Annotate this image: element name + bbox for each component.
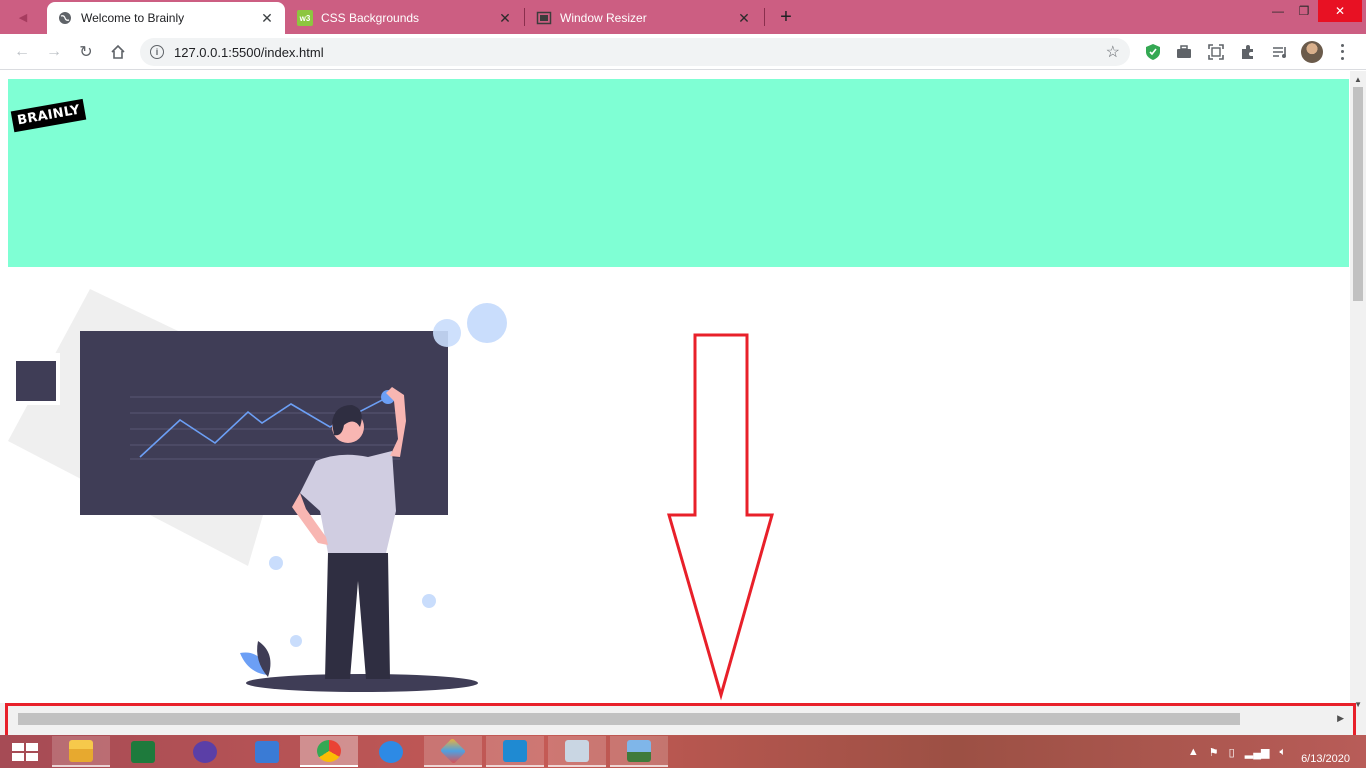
scroll-right-icon[interactable]: ▶: [1337, 713, 1344, 724]
forward-button[interactable]: →: [42, 40, 66, 64]
profile-avatar[interactable]: [1301, 41, 1323, 63]
tab-welcome-to-brainly[interactable]: Welcome to Brainly ✕: [47, 2, 285, 34]
close-icon[interactable]: ✕: [497, 10, 513, 26]
maps-icon: [439, 737, 467, 764]
chrome-menu-icon[interactable]: [1334, 42, 1350, 62]
tab-css-backgrounds[interactable]: w3 CSS Backgrounds ✕: [287, 2, 523, 34]
vertical-scrollbar[interactable]: ▲: [1350, 71, 1366, 703]
hero-banner: BRAINLY: [8, 79, 1349, 267]
scroll-down-icon[interactable]: ▼: [1354, 700, 1362, 709]
taskbar-excel[interactable]: [114, 736, 172, 767]
show-hidden-icons[interactable]: ▲: [1188, 746, 1199, 758]
tab-separator: [524, 8, 525, 26]
tab-title: CSS Backgrounds: [321, 11, 420, 25]
tab-search-icon[interactable]: ◀: [0, 0, 46, 34]
battery-icon[interactable]: ▯: [1229, 746, 1235, 759]
taskbar-settings[interactable]: [176, 736, 234, 767]
system-tray: ▲ ⚑ ▯ ▂▄▆ 🔈︎ 6/13/2020: [1183, 737, 1350, 767]
horizontal-scrollbar[interactable]: ▶ ▼: [0, 700, 1366, 735]
home-button[interactable]: [106, 40, 130, 64]
media-control-icon[interactable]: [1270, 42, 1290, 62]
taskbar-file-explorer[interactable]: [52, 736, 110, 767]
red-down-arrow-annotation: [667, 333, 774, 701]
tab-separator: [764, 8, 765, 26]
resizer-icon: [536, 10, 552, 26]
vertical-scroll-thumb[interactable]: [1353, 87, 1363, 301]
cloud-icon: [379, 740, 403, 763]
tab-title: Welcome to Brainly: [81, 11, 185, 25]
clock-date: 6/13/2020: [1301, 753, 1350, 765]
horizontal-scroll-thumb[interactable]: [18, 713, 1240, 725]
restore-icon[interactable]: ❐: [1289, 0, 1319, 22]
chrome-icon: [317, 739, 341, 762]
file-explorer-icon: [69, 739, 93, 762]
flag-icon[interactable]: ⚑: [1209, 746, 1219, 759]
excel-icon: [131, 740, 155, 763]
address-bar[interactable]: i 127.0.0.1:5500/index.html ☆: [140, 38, 1130, 66]
taskbar-vscode[interactable]: [486, 736, 544, 767]
vscode-icon: [503, 739, 527, 762]
new-tab-button[interactable]: +: [774, 5, 798, 29]
url-text[interactable]: 127.0.0.1:5500/index.html: [174, 45, 324, 60]
taskbar-photos[interactable]: [610, 736, 668, 767]
scroll-up-icon[interactable]: ▲: [1354, 75, 1362, 84]
tab-window-resizer[interactable]: Window Resizer ✕: [526, 2, 762, 34]
windows-start-icon[interactable]: [12, 743, 38, 761]
taskbar-monitor[interactable]: [548, 736, 606, 767]
taskbar-cloud[interactable]: [362, 736, 420, 767]
taskbar-control-panel[interactable]: [238, 736, 296, 767]
presentation-illustration: [8, 289, 507, 692]
monitor-icon: [565, 739, 589, 762]
puzzle-extensions-icon[interactable]: [1238, 42, 1258, 62]
reload-button[interactable]: ↻: [74, 40, 98, 64]
volume-icon[interactable]: 🔈︎: [1279, 746, 1286, 759]
star-icon[interactable]: ☆: [1106, 42, 1120, 62]
briefcase-extension-icon[interactable]: [1174, 42, 1194, 62]
back-button[interactable]: ←: [10, 40, 34, 64]
windows-taskbar: ▲ ⚑ ▯ ▂▄▆ 🔈︎ 6/13/2020: [0, 735, 1366, 768]
brainly-logo[interactable]: BRAINLY: [10, 98, 87, 133]
control-panel-icon: [255, 740, 279, 763]
shield-extension-icon[interactable]: [1143, 42, 1163, 62]
browser-toolbar: ← → ↻ i 127.0.0.1:5500/index.html ☆: [0, 34, 1366, 70]
tab-strip: ◀ Welcome to Brainly ✕ w3 CSS Background…: [0, 0, 1366, 34]
taskbar-chrome[interactable]: [300, 736, 358, 767]
tab-title: Window Resizer: [560, 11, 647, 25]
taskbar-clock[interactable]: 6/13/2020: [1301, 738, 1350, 766]
window-close-button[interactable]: ✕: [1318, 0, 1362, 22]
globe-icon: [57, 10, 73, 26]
close-icon[interactable]: ✕: [259, 10, 275, 26]
resizer-extension-icon[interactable]: [1206, 42, 1226, 62]
taskbar-maps[interactable]: [424, 736, 482, 767]
network-icon[interactable]: ▂▄▆: [1245, 746, 1270, 759]
page-viewport: BRAINLY: [0, 71, 1350, 703]
home-icon: [111, 44, 125, 59]
w3schools-icon: w3: [297, 10, 313, 26]
settings-icon: [193, 740, 217, 763]
photos-icon: [627, 739, 651, 762]
close-icon[interactable]: ✕: [736, 10, 752, 26]
info-icon[interactable]: i: [150, 45, 164, 59]
